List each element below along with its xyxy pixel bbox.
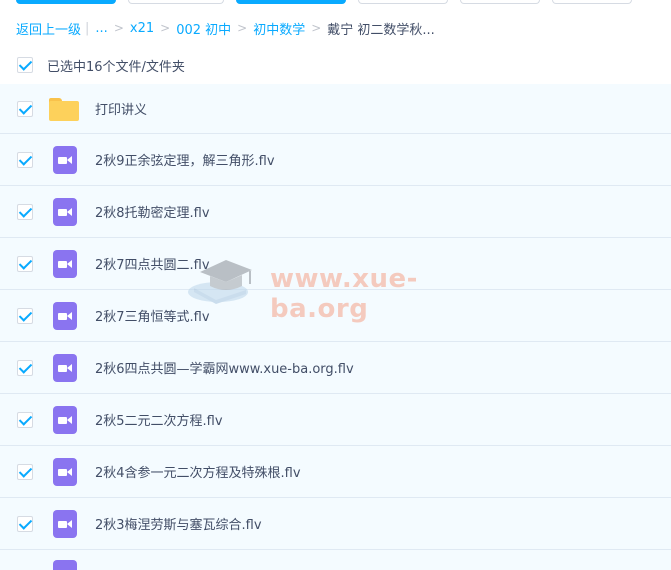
list-item[interactable]: 2秋9正余弦定理，解三角形.flv xyxy=(0,134,671,186)
chevron-right-icon: > xyxy=(311,21,322,35)
toolbar-button-partial[interactable] xyxy=(16,0,116,4)
video-icon xyxy=(49,457,79,487)
list-item[interactable]: 2秋3梅涅劳斯与塞瓦综合.flv xyxy=(0,498,671,550)
row-checkbox[interactable] xyxy=(17,203,33,220)
chevron-right-icon: > xyxy=(160,21,171,35)
list-item[interactable]: 2秋8托勒密定理.flv xyxy=(0,186,671,238)
row-checkbox[interactable] xyxy=(17,411,33,428)
toolbar-button-partial[interactable] xyxy=(358,0,448,4)
chevron-right-icon: > xyxy=(237,21,248,35)
row-checkbox[interactable] xyxy=(17,100,33,117)
file-list: 打印讲义 2秋9正余弦定理，解三角形.flv 2秋8托勒密定理.flv 2秋7四… xyxy=(0,84,671,570)
video-icon xyxy=(49,353,79,383)
toolbar-button-partial[interactable] xyxy=(552,0,632,4)
file-name[interactable]: 打印讲义 xyxy=(95,99,147,118)
file-name[interactable]: 2秋4含参一元二次方程及特殊根.flv xyxy=(95,462,301,481)
video-icon xyxy=(49,550,79,570)
file-name[interactable]: 2秋8托勒密定理.flv xyxy=(95,202,210,221)
breadcrumb-current: 戴宁 初二数学秋... xyxy=(327,22,435,38)
breadcrumb-ellipsis[interactable]: ... xyxy=(95,21,107,36)
list-item[interactable]: 2秋7三角恒等式.flv xyxy=(0,290,671,342)
file-name[interactable]: 2秋6四点共圆—学霸网www.xue-ba.org.flv xyxy=(95,358,354,377)
breadcrumb-divider: | xyxy=(85,20,90,36)
breadcrumb: 返回上一级 | ... > x21 > 002 初中 > 初中数学 > 戴宁 初… xyxy=(16,18,435,38)
list-item[interactable]: 2秋4含参一元二次方程及特殊根.flv xyxy=(0,446,671,498)
breadcrumb-item[interactable]: 初中数学 xyxy=(253,19,305,38)
breadcrumb-back[interactable]: 返回上一级 xyxy=(16,19,81,38)
breadcrumb-item[interactable]: 002 初中 xyxy=(176,19,231,38)
video-icon xyxy=(49,405,79,435)
video-icon xyxy=(49,249,79,279)
row-checkbox[interactable] xyxy=(17,515,33,532)
video-icon xyxy=(49,509,79,539)
video-icon xyxy=(49,197,79,227)
toolbar-strip xyxy=(0,0,671,6)
file-name[interactable]: 2秋7四点共圆二.flv xyxy=(95,254,210,273)
row-checkbox[interactable] xyxy=(17,255,33,272)
breadcrumb-item[interactable]: x21 xyxy=(130,21,154,36)
select-all-checkbox[interactable] xyxy=(17,57,33,73)
toolbar-button-partial[interactable] xyxy=(460,0,540,4)
video-icon xyxy=(49,145,79,175)
list-item[interactable]: 打印讲义 xyxy=(0,84,671,134)
file-name[interactable]: 2秋5二元二次方程.flv xyxy=(95,410,223,429)
folder-icon xyxy=(49,94,79,124)
list-item-partial[interactable] xyxy=(0,550,671,570)
video-icon xyxy=(49,301,79,331)
row-checkbox[interactable] xyxy=(17,463,33,480)
toolbar-button-partial[interactable] xyxy=(236,0,346,4)
row-checkbox[interactable] xyxy=(17,307,33,324)
list-item[interactable]: 2秋6四点共圆—学霸网www.xue-ba.org.flv xyxy=(0,342,671,394)
selection-bar: 已选中16个文件/文件夹 xyxy=(0,50,671,80)
file-name[interactable]: 2秋3梅涅劳斯与塞瓦综合.flv xyxy=(95,514,262,533)
toolbar-button-partial[interactable] xyxy=(128,0,224,4)
selection-count-text: 已选中16个文件/文件夹 xyxy=(47,59,185,75)
list-item[interactable]: 2秋7四点共圆二.flv xyxy=(0,238,671,290)
row-checkbox[interactable] xyxy=(17,359,33,376)
chevron-right-icon: > xyxy=(113,21,124,35)
file-name[interactable]: 2秋7三角恒等式.flv xyxy=(95,306,210,325)
list-item[interactable]: 2秋5二元二次方程.flv xyxy=(0,394,671,446)
file-name[interactable]: 2秋9正余弦定理，解三角形.flv xyxy=(95,150,275,169)
row-checkbox[interactable] xyxy=(17,151,33,168)
